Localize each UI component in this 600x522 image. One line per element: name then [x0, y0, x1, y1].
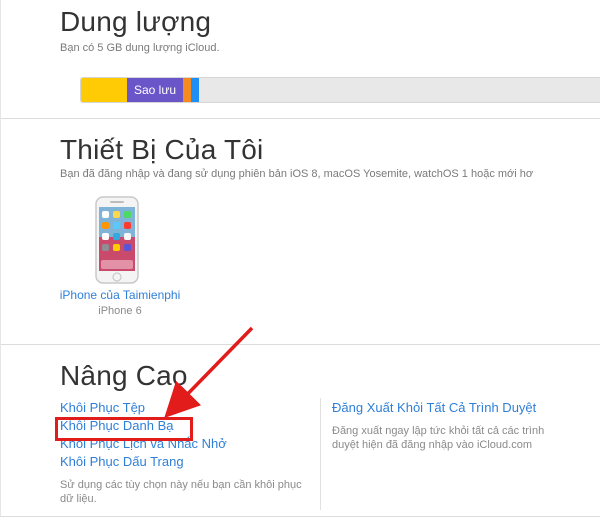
section-divider — [0, 516, 600, 517]
panel-border — [0, 0, 1, 118]
sign-out-all-browsers-link[interactable]: Đăng Xuất Khỏi Tất Cả Trình Duyệt — [332, 400, 536, 415]
iphone-icon[interactable] — [95, 196, 139, 284]
panel-border — [0, 344, 1, 516]
storage-segment-mail — [191, 78, 199, 102]
panel-border — [0, 118, 1, 344]
storage-segment-docs — [183, 78, 191, 102]
restore-bookmarks-link[interactable]: Khôi Phục Dấu Trang — [60, 454, 184, 469]
storage-segment-backup: Sao lưu — [127, 78, 183, 102]
storage-bar[interactable]: Sao lưu — [80, 77, 600, 103]
device-model: iPhone 6 — [98, 305, 142, 317]
devices-title: Thiết Bị Của Tôi — [60, 134, 264, 165]
annotation-arrow-icon — [164, 326, 254, 419]
sign-out-help-text: Đăng xuất ngay lập tức khỏi tất cả các t… — [332, 425, 545, 451]
storage-segment-photos — [81, 78, 127, 102]
restore-files-link[interactable]: Khôi Phục Tệp — [60, 400, 145, 415]
devices-subtitle: Bạn đã đăng nhập và đang sử dụng phiên b… — [60, 168, 534, 180]
column-divider — [320, 398, 321, 510]
section-divider — [0, 344, 600, 345]
device-name[interactable]: iPhone của Taimienphi — [50, 288, 190, 302]
icloud-settings-page: Dung lượng Bạn có 5 GB dung lượng iCloud… — [0, 0, 600, 522]
section-divider — [0, 118, 600, 119]
storage-subtitle: Bạn có 5 GB dung lượng iCloud. — [60, 42, 220, 54]
storage-title: Dung lượng — [60, 6, 212, 37]
restore-help-text: Sử dụng các tùy chọn này nếu bạn cần khô… — [60, 479, 302, 505]
